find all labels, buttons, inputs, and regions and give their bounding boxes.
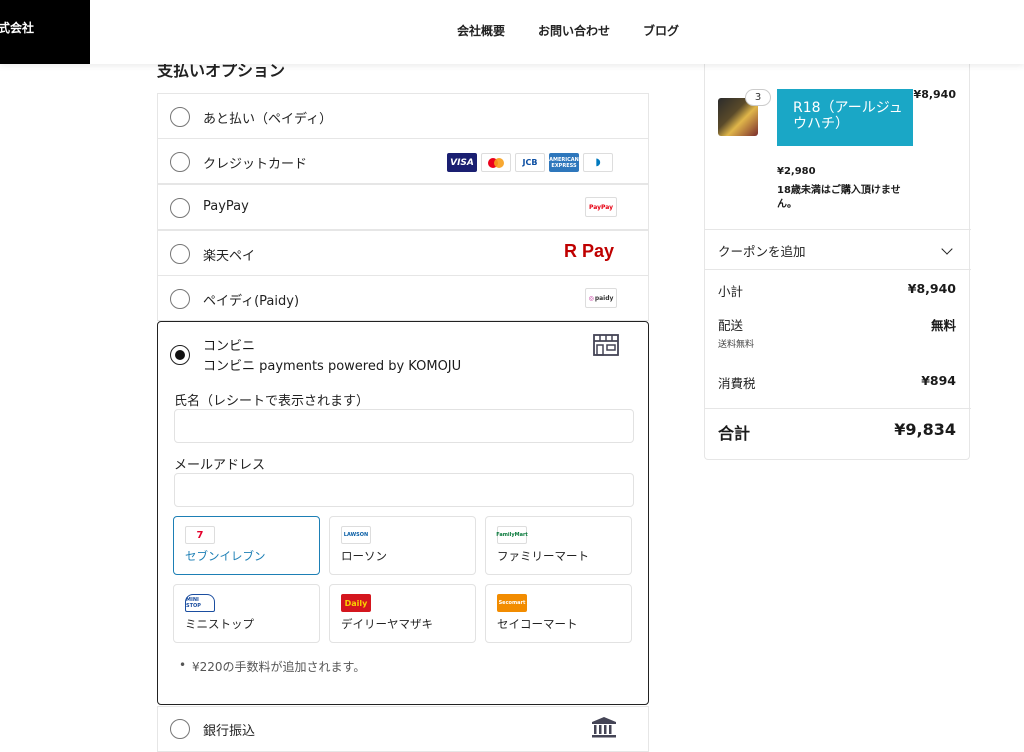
payment-option-paidy[interactable]: ペイディ(Paidy) ◎ paidy (157, 275, 649, 321)
main-nav: 会社概要 お問い合わせ ブログ (457, 22, 679, 39)
radio-credit-card[interactable] (170, 152, 190, 172)
visa-logo-icon: VISA (447, 153, 477, 172)
product-title[interactable]: R18（アールジュウハチ） (777, 89, 913, 146)
jcb-logo-icon: JCB (515, 153, 545, 172)
store-name: ミニストップ (185, 617, 254, 631)
payment-option-bank-transfer[interactable]: 銀行振込 (157, 706, 649, 752)
tax-value: ¥894 (921, 373, 956, 388)
total-label: 合計 (718, 424, 751, 443)
store-button-seicomart[interactable]: Secomart セイコーマート (485, 584, 632, 643)
radio-konbini[interactable] (170, 345, 190, 365)
radio-paidy[interactable] (170, 289, 190, 309)
quantity-badge: 3 (745, 89, 771, 106)
logo-text: 式会社 (0, 21, 35, 35)
subtotal-label: 小計 (718, 284, 744, 299)
paypay-logo-icon: PayPay (585, 197, 617, 217)
name-field-label: 氏名（レシートで表示されます） (174, 394, 370, 409)
diners-logo-icon: ◗ (583, 153, 613, 172)
option-label: ペイディ(Paidy) (203, 294, 300, 309)
radio-bank-transfer[interactable] (170, 719, 190, 739)
paidy-logo-icon: ◎ paidy (585, 288, 617, 308)
chevron-down-icon[interactable] (941, 243, 953, 255)
seven-eleven-logo-icon: 7 (185, 526, 215, 544)
store-name: ファミリーマート (497, 549, 589, 563)
option-label: 銀行振込 (203, 724, 256, 739)
seicomart-logo-icon: Secomart (497, 594, 527, 612)
name-input[interactable] (174, 409, 634, 443)
store-name: セイコーマート (497, 617, 578, 631)
mastercard-logo-icon (481, 153, 511, 172)
option-label: 楽天ペイ (203, 249, 256, 264)
site-logo[interactable]: 式会社 (0, 0, 90, 64)
store-button-seven-eleven[interactable]: 7 セブンイレブン (173, 516, 320, 575)
payment-option-credit-card[interactable]: クレジットカード VISA JCB AMERICAN EXPRESS ◗ (157, 138, 649, 184)
payment-option-paypay[interactable]: PayPay PayPay (157, 184, 649, 230)
konbini-fee-note: ¥220の手数料が追加されます。 (179, 658, 365, 675)
option-label: あと払い（ペイディ） (203, 112, 333, 127)
konbini-subtitle: コンビニ payments powered by KOMOJU (203, 359, 462, 374)
nav-link-contact[interactable]: お問い合わせ (538, 22, 610, 39)
order-summary: 3 R18（アールジュウハチ） ¥8,940 ¥2,980 18歳未満はご購入頂… (704, 64, 971, 460)
add-coupon-toggle[interactable]: クーポンを追加 (718, 241, 806, 260)
option-label: クレジットカード (203, 157, 308, 172)
divider (705, 269, 971, 270)
option-label: PayPay (203, 199, 249, 214)
store-name: デイリーヤマザキ (341, 617, 433, 631)
total-value: ¥9,834 (894, 420, 956, 439)
divider (705, 229, 971, 230)
familymart-logo-icon: FamilyMart (496, 526, 528, 544)
store-button-familymart[interactable]: FamilyMart ファミリーマート (485, 516, 632, 575)
store-name: セブンイレブン (185, 549, 266, 563)
subtotal-value: ¥8,940 (907, 281, 956, 296)
store-button-ministop[interactable]: MINI STOP ミニストップ (173, 584, 320, 643)
nav-link-blog[interactable]: ブログ (643, 22, 679, 39)
divider (705, 408, 971, 409)
shipping-label: 配送 (718, 318, 744, 333)
store-icon (593, 334, 619, 356)
unit-price: ¥2,980 (777, 166, 816, 177)
site-header: 式会社 会社概要 お問い合わせ ブログ (0, 0, 1024, 64)
konbini-title: コンビニ (203, 339, 256, 354)
ministop-logo-icon: MINI STOP (185, 594, 215, 612)
email-input[interactable] (174, 473, 634, 507)
store-name: ローソン (341, 549, 387, 563)
payment-option-atobarai[interactable]: あと払い（ペイディ） (157, 93, 649, 139)
daily-yamazaki-logo-icon: Daily (341, 594, 371, 612)
age-restriction-note: 18歳未満はご購入頂けません。 (777, 185, 901, 210)
nav-link-company[interactable]: 会社概要 (457, 22, 505, 39)
line-item-price: ¥8,940 (913, 88, 956, 101)
radio-rakuten-pay[interactable] (170, 244, 190, 264)
amex-logo-icon: AMERICAN EXPRESS (549, 153, 579, 172)
shipping-value: 無料 (930, 318, 956, 333)
tax-label: 消費税 (718, 376, 756, 391)
payment-option-konbini[interactable]: コンビニ コンビニ payments powered by KOMOJU 氏名（… (157, 321, 649, 705)
store-button-lawson[interactable]: LAWSON ローソン (329, 516, 476, 575)
lawson-logo-icon: LAWSON (341, 526, 371, 544)
card-brand-logos: VISA JCB AMERICAN EXPRESS ◗ (447, 153, 613, 172)
radio-paypay[interactable] (170, 198, 190, 218)
bank-icon (592, 717, 616, 738)
rakuten-pay-logo-icon: R Pay (563, 241, 614, 261)
shipping-note: 送料無料 (718, 340, 755, 350)
radio-atobarai[interactable] (170, 107, 190, 127)
store-button-daily-yamazaki[interactable]: Daily デイリーヤマザキ (329, 584, 476, 643)
email-field-label: メールアドレス (174, 458, 266, 473)
payment-option-rakuten-pay[interactable]: 楽天ペイ R Pay (157, 230, 649, 276)
